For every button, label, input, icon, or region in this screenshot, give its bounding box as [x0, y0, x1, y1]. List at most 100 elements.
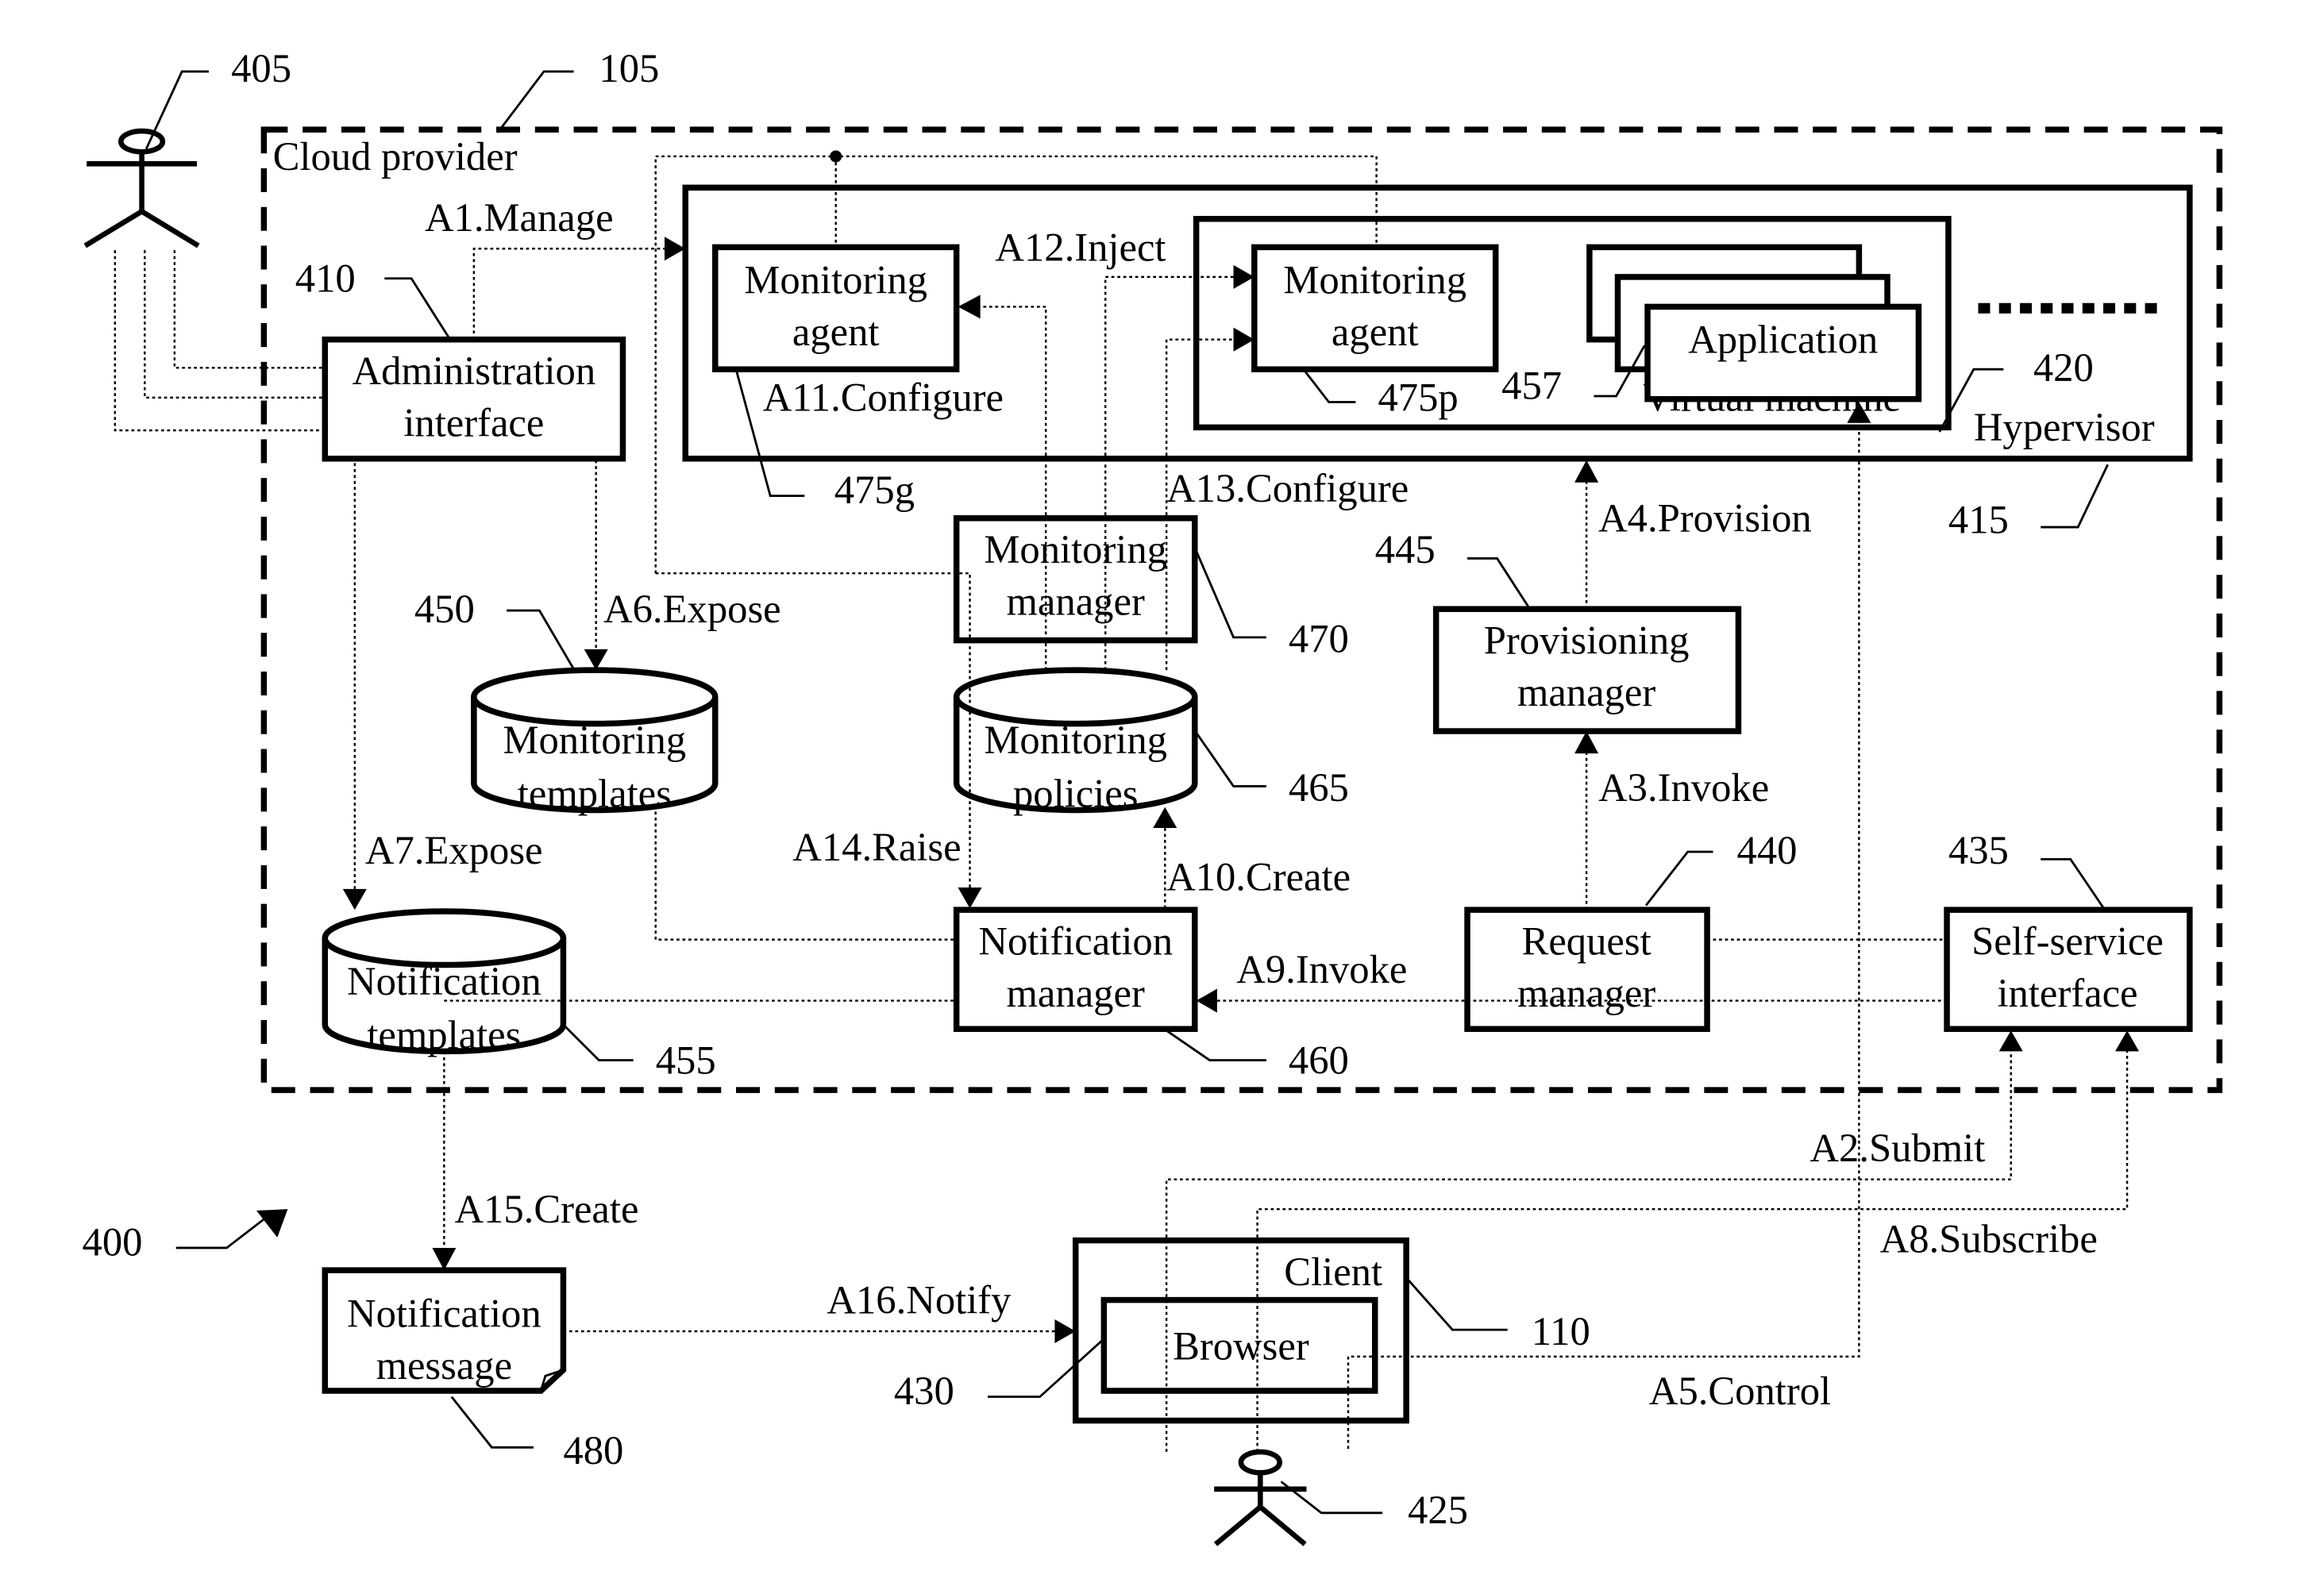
- notification-message-line2: message: [376, 1343, 513, 1388]
- action-a1-label: A1.Manage: [425, 195, 614, 240]
- ref-435: 435: [1948, 828, 2009, 872]
- leader-435: [2041, 857, 2106, 911]
- arrow-a14: [958, 887, 982, 909]
- arrow-a1: [664, 237, 686, 261]
- ref-475g: 475g: [834, 468, 915, 512]
- self-service-line1: Self-service: [1971, 918, 2164, 963]
- browser-label: Browser: [1173, 1324, 1309, 1369]
- administrator-actor-icon: [83, 128, 200, 248]
- ref-480: 480: [563, 1428, 623, 1473]
- user-actor-icon: [1213, 1449, 1307, 1546]
- administration-interface-line2: interface: [403, 401, 544, 445]
- connector-admin-a7: [114, 250, 357, 894]
- ref-460: 460: [1289, 1038, 1349, 1082]
- monitoring-agent-g-line1: Monitoring: [744, 258, 927, 302]
- connector-a1: [472, 248, 668, 340]
- ref-440: 440: [1737, 828, 1798, 872]
- hypervisor-label: Hypervisor: [1974, 405, 2155, 449]
- leader-430: [988, 1339, 1104, 1398]
- action-a3-label: A3.Invoke: [1598, 765, 1769, 810]
- action-a14-label: A14.Raise: [792, 825, 961, 869]
- arrow-a10: [1153, 807, 1177, 828]
- leader-425: [1280, 1481, 1383, 1515]
- action-a2-label: A2.Submit: [1809, 1126, 1985, 1170]
- leader-105: [496, 70, 574, 133]
- leader-415: [2041, 464, 2109, 529]
- arrow-a6: [584, 649, 608, 671]
- arrow-a8: [2115, 1030, 2140, 1052]
- cloud-provider-label: Cloud provider: [273, 134, 518, 179]
- arrow-a3: [1574, 731, 1599, 754]
- leader-455: [562, 1023, 634, 1061]
- action-a5-label: A5.Control: [1649, 1369, 1831, 1413]
- action-a13-label: A13.Configure: [1166, 466, 1409, 510]
- monitoring-agent-p-line2: agent: [1332, 310, 1419, 354]
- ref-445: 445: [1375, 527, 1436, 572]
- notification-templates-line2: templates: [367, 1013, 521, 1057]
- arrow-a2: [1998, 1030, 2023, 1052]
- monitoring-policies-line1: Monitoring: [984, 718, 1167, 762]
- action-a16-label: A16.Notify: [827, 1277, 1012, 1322]
- monitoring-agent-p-line1: Monitoring: [1283, 258, 1466, 302]
- arrow-400: [256, 1209, 288, 1238]
- ref-450: 450: [414, 587, 475, 631]
- ref-430: 430: [894, 1369, 954, 1413]
- provisioning-manager-line1: Provisioning: [1484, 618, 1690, 662]
- leader-480: [450, 1396, 534, 1449]
- request-manager-line1: Request: [1522, 918, 1651, 963]
- notification-manager-line1: Notification: [978, 918, 1173, 963]
- monitoring-policies-line2: policies: [1013, 772, 1138, 816]
- arrow-a4: [1574, 460, 1599, 483]
- monitoring-agent-g-line2: agent: [792, 310, 880, 354]
- architecture-diagram: Cloud provider 105 405 Administration in…: [83, 46, 2223, 1546]
- leader-460: [1161, 1026, 1266, 1061]
- leader-445: [1467, 557, 1532, 610]
- monitoring-manager-line2: manager: [1007, 579, 1145, 624]
- arrow-a9: [1196, 988, 1217, 1013]
- notification-manager-line2: manager: [1007, 971, 1145, 1015]
- action-a15-label: A15.Create: [454, 1187, 638, 1231]
- arrow-a16: [1054, 1319, 1076, 1343]
- monitoring-templates-line1: Monitoring: [503, 718, 686, 762]
- leader-410: [384, 277, 452, 341]
- arrow-a12: [1233, 264, 1254, 289]
- request-manager-line2: manager: [1517, 971, 1655, 1015]
- action-a11-label: A11.Configure: [763, 375, 1004, 420]
- leader-400: [175, 1217, 267, 1249]
- ref-455: 455: [656, 1038, 716, 1082]
- ref-410: 410: [295, 256, 356, 301]
- ref-400: 400: [83, 1219, 143, 1264]
- leader-440: [1645, 850, 1713, 907]
- ref-415: 415: [1948, 498, 2009, 542]
- action-a4-label: A4.Provision: [1598, 496, 1812, 541]
- leader-110: [1405, 1276, 1508, 1331]
- action-a8-label: A8.Subscribe: [1880, 1217, 2098, 1261]
- ref-457: 457: [1501, 364, 1562, 408]
- ref-465: 465: [1289, 765, 1349, 810]
- leader-465: [1195, 732, 1266, 787]
- leader-450: [507, 609, 576, 672]
- administration-interface-line1: Administration: [353, 348, 596, 393]
- ref-110: 110: [1532, 1309, 1590, 1353]
- monitoring-manager-line1: Monitoring: [984, 527, 1167, 572]
- arrow-a11: [958, 295, 981, 319]
- self-service-line2: interface: [1997, 971, 2137, 1015]
- action-a12-label: A12.Inject: [995, 225, 1166, 269]
- application-label: Application: [1688, 318, 1878, 362]
- leader-475p: [1302, 368, 1356, 403]
- leader-405: [145, 70, 209, 150]
- leader-470: [1195, 550, 1266, 639]
- action-a10-label: A10.Create: [1166, 855, 1351, 899]
- ref-425: 425: [1408, 1488, 1468, 1532]
- ref-470: 470: [1289, 617, 1349, 661]
- action-a9-label: A9.Invoke: [1236, 947, 1407, 992]
- arrow-a15: [432, 1247, 457, 1271]
- ref-475p: 475p: [1378, 375, 1458, 420]
- action-a7-label: A7.Expose: [365, 828, 543, 872]
- ref-405: 405: [231, 46, 291, 90]
- ref-420: 420: [2033, 345, 2094, 390]
- monitoring-templates-line2: templates: [518, 772, 672, 816]
- arrow-a13: [1233, 327, 1254, 352]
- notification-templates-line1: Notification: [347, 959, 541, 1003]
- ref-105: 105: [599, 46, 659, 90]
